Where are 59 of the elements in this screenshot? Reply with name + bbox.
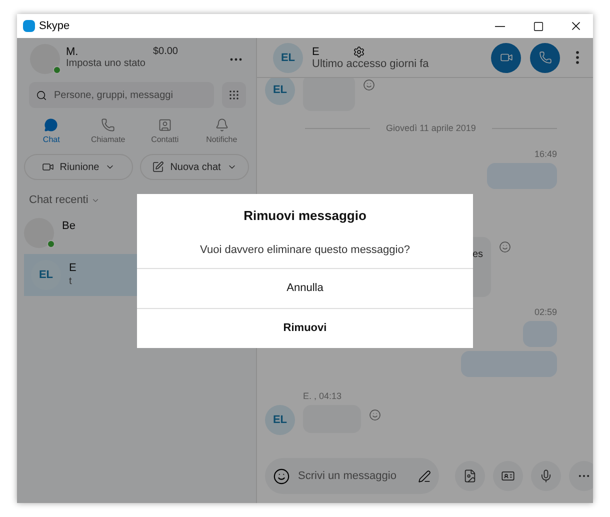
format-text-icon bbox=[418, 470, 431, 482]
more-icon bbox=[230, 58, 242, 60]
contact-avatar: EL bbox=[265, 78, 295, 105]
microphone-icon bbox=[539, 469, 553, 483]
message-time: 02:59 bbox=[534, 307, 557, 317]
search-input[interactable]: Persone, gruppi, messaggi bbox=[52, 88, 207, 102]
search-icon bbox=[36, 90, 47, 100]
message-input[interactable]: Scrivi un messaggio bbox=[296, 469, 412, 483]
video-icon bbox=[500, 51, 512, 64]
smile-icon bbox=[499, 241, 511, 253]
credit-balance: $0.00 bbox=[152, 46, 178, 57]
close-icon bbox=[569, 19, 583, 33]
contact-avatar: EL bbox=[273, 42, 303, 72]
section-heading: Chat recenti bbox=[29, 194, 88, 206]
message-sender: E. , 04:13 bbox=[303, 391, 342, 401]
phone-icon bbox=[101, 118, 116, 132]
date-separator: Giovedì 11 aprile 2019 bbox=[386, 123, 476, 133]
maximize-icon bbox=[532, 20, 544, 32]
dialpad-button[interactable] bbox=[222, 82, 246, 108]
chat-bubble-icon bbox=[44, 118, 58, 132]
compose-icon bbox=[152, 161, 164, 173]
id-card-icon bbox=[501, 469, 515, 483]
message-preview: t bbox=[69, 276, 73, 287]
nav-tab[interactable]: Chiamate bbox=[80, 118, 136, 144]
smile-icon bbox=[363, 79, 375, 91]
more-icon bbox=[576, 51, 578, 64]
dialog-message: Vuoi davvero eliminare questo messaggio? bbox=[199, 242, 411, 258]
file-button[interactable] bbox=[455, 461, 485, 491]
nav-tab[interactable]: Contatti bbox=[136, 118, 194, 144]
video-icon bbox=[42, 161, 54, 173]
search-field[interactable]: Persone, gruppi, messaggi bbox=[29, 82, 214, 108]
call-button[interactable] bbox=[530, 42, 560, 72]
app-logo-icon bbox=[23, 20, 35, 32]
dialpad-icon bbox=[228, 89, 240, 101]
contact-card-button[interactable] bbox=[493, 461, 523, 491]
window-title: Skype bbox=[39, 20, 71, 32]
contact-name: Be bbox=[62, 220, 76, 232]
microphone-button[interactable] bbox=[531, 461, 561, 491]
phone-icon bbox=[538, 51, 552, 64]
smile-icon bbox=[369, 409, 381, 421]
dialog-title: Rimuovi messaggio bbox=[242, 206, 368, 225]
status-text[interactable]: Imposta uno stato bbox=[66, 58, 218, 68]
contact-name: E bbox=[69, 262, 76, 274]
nav-tab[interactable]: Chat bbox=[23, 118, 80, 144]
file-image-icon bbox=[463, 469, 477, 483]
profile-name: M. bbox=[66, 46, 78, 58]
gear-icon bbox=[353, 46, 366, 58]
smile-icon bbox=[273, 468, 290, 484]
contact-avatar: EL bbox=[265, 405, 295, 435]
nav-tab[interactable]: Notifiche bbox=[193, 118, 250, 144]
message-field[interactable]: Scrivi un messaggio bbox=[265, 458, 439, 494]
new-chat-button[interactable]: Nuova chat bbox=[140, 154, 249, 180]
contact-name: E bbox=[312, 46, 320, 58]
bell-icon bbox=[214, 118, 229, 132]
meeting-button[interactable]: Riunione bbox=[24, 154, 133, 180]
video-call-button[interactable] bbox=[491, 42, 521, 72]
message-time: 16:49 bbox=[534, 149, 557, 159]
contact-card-icon bbox=[158, 118, 172, 132]
last-seen-text: Ultimo accesso giorni fa bbox=[312, 58, 430, 70]
